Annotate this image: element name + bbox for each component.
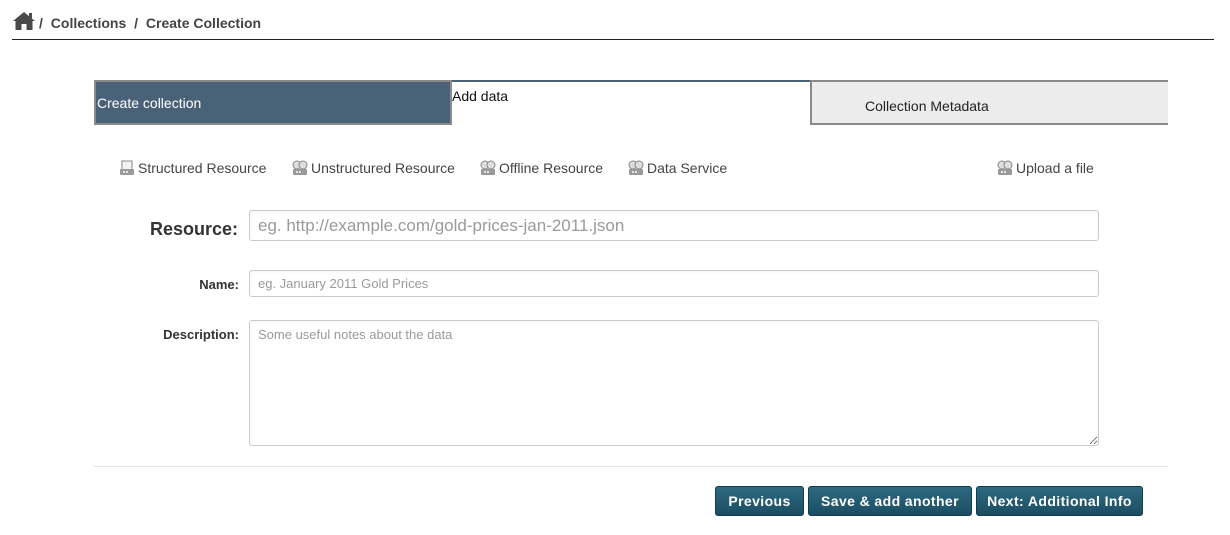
offline-resource-label: Offline Resource [499, 160, 604, 176]
data-service-link[interactable]: Data Service [628, 160, 727, 176]
previous-button[interactable]: Previous [715, 486, 804, 516]
step-create-collection[interactable]: Create collection [94, 80, 452, 125]
structured-resource-icon [120, 160, 134, 175]
upload-file-label: Upload a file [1016, 160, 1094, 176]
unstructured-resource-icon [292, 160, 308, 175]
offline-resource-icon [480, 160, 496, 175]
structured-resource-label: Structured Resource [138, 160, 267, 176]
upload-file-link[interactable]: Upload a file [997, 160, 1094, 176]
description-label: Description: [163, 327, 239, 342]
save-add-another-button[interactable]: Save & add another [808, 486, 972, 516]
form-divider [94, 466, 1168, 467]
step-collection-metadata[interactable]: Collection Metadata [810, 80, 1168, 125]
next-additional-info-button[interactable]: Next: Additional Info [976, 486, 1143, 516]
resource-label: Resource: [149, 219, 238, 239]
resource-input[interactable] [249, 210, 1099, 241]
breadcrumb-collections[interactable]: Collections [51, 15, 126, 31]
home-icon[interactable] [12, 11, 36, 31]
resource-type-bar: Structured Resource Unstructured Resourc… [119, 160, 1099, 182]
unstructured-resource-link[interactable]: Unstructured Resource [292, 160, 455, 176]
name-input[interactable] [249, 270, 1099, 297]
breadcrumb-separator: / [134, 15, 139, 31]
data-service-label: Data Service [647, 160, 728, 176]
description-textarea[interactable] [249, 320, 1099, 446]
offline-resource-link[interactable]: Offline Resource [480, 160, 603, 176]
breadcrumb-trail: / Collections / Create Collection [39, 15, 261, 31]
step-add-data[interactable]: Add data [452, 80, 810, 125]
breadcrumb: / Collections / Create Collection [12, 10, 1214, 40]
breadcrumb-separator: / [39, 15, 43, 31]
structured-resource-link[interactable]: Structured Resource [119, 160, 266, 176]
breadcrumb-create-collection: Create Collection [145, 15, 262, 31]
name-label: Name: [199, 277, 239, 292]
data-service-icon [628, 160, 644, 175]
upload-file-icon [997, 160, 1013, 175]
wizard-steps: Create collection Add data Collection Me… [94, 80, 1168, 125]
unstructured-resource-label: Unstructured Resource [311, 160, 455, 176]
